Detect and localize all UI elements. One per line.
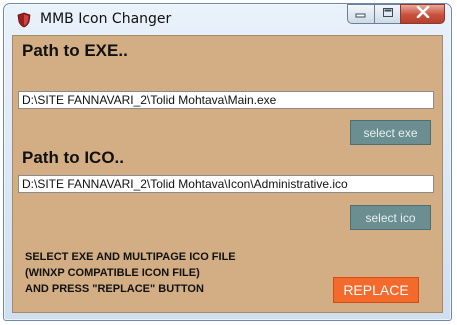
ico-path-label: Path to ICO.. xyxy=(22,148,124,167)
instruction-line: AND PRESS "REPLACE" BUTTON xyxy=(25,283,204,295)
instruction-line: SELECT EXE AND MULTIPAGE ICO FILE xyxy=(25,251,236,263)
select-exe-button[interactable]: select exe xyxy=(350,120,431,145)
replace-button[interactable]: REPLACE xyxy=(333,277,419,303)
minimize-button[interactable] xyxy=(347,4,374,24)
exe-path-field[interactable]: D:\SITE FANNAVARI_2\Tolid Mohtava\Main.e… xyxy=(18,91,434,109)
select-ico-button[interactable]: select ico xyxy=(350,205,431,230)
close-button[interactable] xyxy=(400,4,445,24)
instruction-line: (WINXP COMPATIBLE ICON FILE) xyxy=(25,267,200,279)
window-title: MMB Icon Changer xyxy=(40,11,172,27)
ico-path-field[interactable]: D:\SITE FANNAVARI_2\Tolid Mohtava\Icon\A… xyxy=(18,175,434,193)
shield-app-icon xyxy=(16,12,32,28)
maximize-icon xyxy=(382,5,394,23)
minimize-icon xyxy=(355,5,367,23)
close-icon xyxy=(416,5,430,23)
instructions-text: SELECT EXE AND MULTIPAGE ICO FILE (WINXP… xyxy=(25,249,236,297)
maximize-button[interactable] xyxy=(374,4,400,24)
exe-path-label: Path to EXE.. xyxy=(22,41,128,60)
title-bar[interactable]: MMB Icon Changer xyxy=(4,4,451,34)
caption-buttons xyxy=(347,4,445,25)
